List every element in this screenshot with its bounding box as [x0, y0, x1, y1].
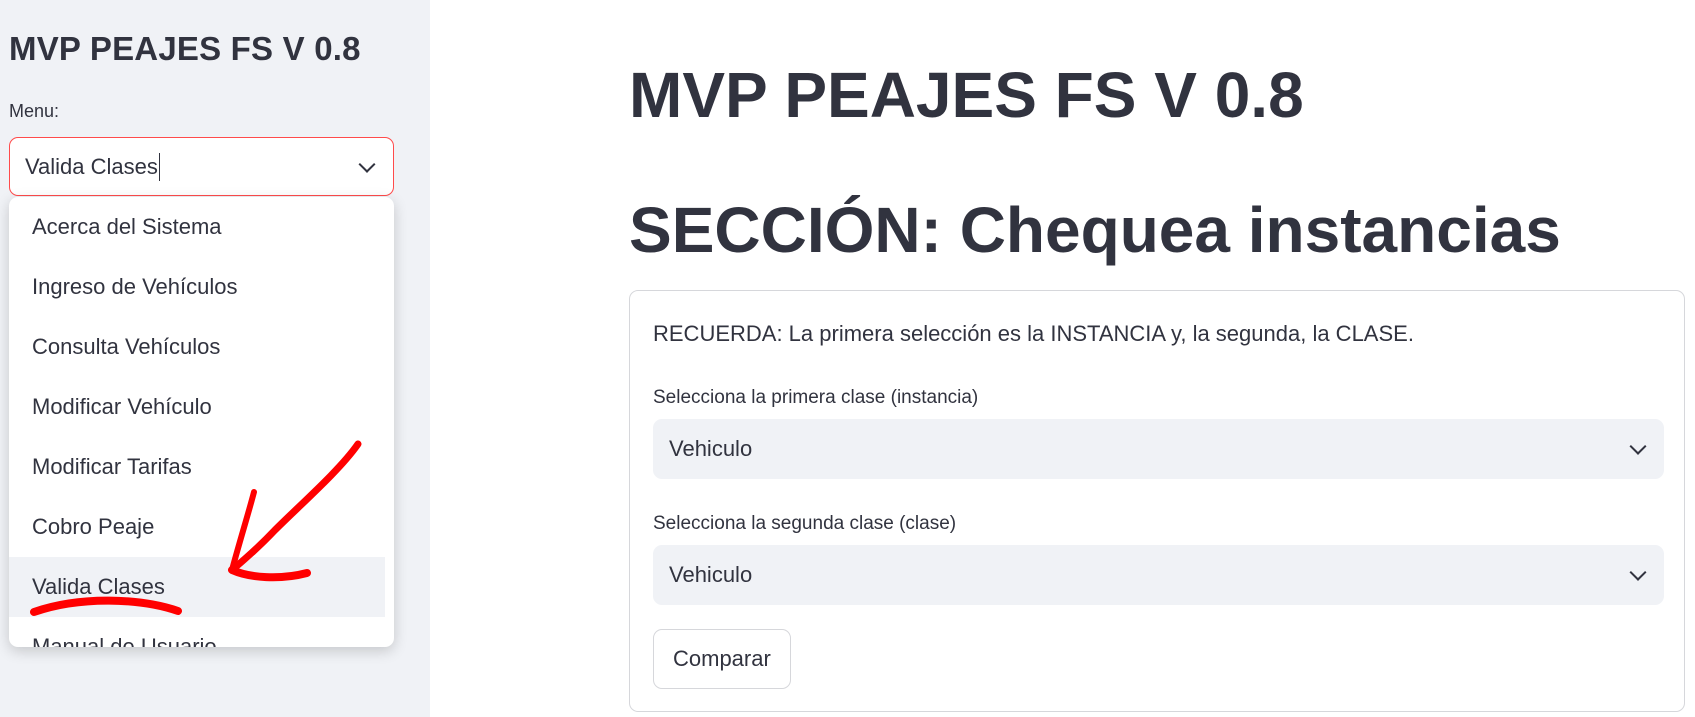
text-cursor: [158, 152, 160, 181]
sidebar-title: MVP PEAJES FS V 0.8: [9, 30, 361, 67]
menu-dropdown: Acerca del Sistema Ingreso de Vehículos …: [9, 197, 394, 647]
sidebar: MVP PEAJES FS V 0.8 Menu: Valida Clases …: [0, 0, 430, 717]
menu-option-manual[interactable]: Manual de Usuario: [9, 617, 394, 647]
first-class-select[interactable]: Vehiculo: [653, 419, 1664, 479]
menu-option-acerca[interactable]: Acerca del Sistema: [9, 197, 394, 257]
first-class-value[interactable]: Vehiculo: [669, 436, 752, 462]
page-title: MVP PEAJES FS V 0.8: [629, 59, 1304, 131]
menu-select[interactable]: Valida Clases: [9, 137, 394, 196]
menu-option-ingreso[interactable]: Ingreso de Vehículos: [9, 257, 394, 317]
menu-option-valida-clases[interactable]: Valida Clases: [9, 557, 385, 617]
second-class-select[interactable]: Vehiculo: [653, 545, 1664, 605]
section-title: SECCIÓN: Chequea instancias: [629, 194, 1561, 266]
reminder-text: RECUERDA: La primera selección es la INS…: [653, 321, 1414, 346]
second-class-value[interactable]: Vehiculo: [669, 562, 752, 588]
menu-select-value[interactable]: Valida Clases: [25, 154, 158, 180]
menu-option-cobro[interactable]: Cobro Peaje: [9, 497, 394, 557]
compare-form: RECUERDA: La primera selección es la INS…: [629, 290, 1685, 712]
menu-option-modificar-tarifas[interactable]: Modificar Tarifas: [9, 437, 394, 497]
second-class-label: Selecciona la segunda clase (clase): [653, 513, 957, 534]
chevron-down-icon[interactable]: [358, 155, 376, 173]
menu-option-consulta[interactable]: Consulta Vehículos: [9, 317, 394, 377]
menu-option-modificar-vehiculo[interactable]: Modificar Vehículo: [9, 377, 394, 437]
chevron-down-icon[interactable]: [1629, 563, 1647, 581]
menu-label: Menu:: [9, 101, 60, 121]
first-class-label: Selecciona la primera clase (instancia): [653, 387, 979, 408]
compare-button[interactable]: Comparar: [653, 629, 791, 689]
chevron-down-icon[interactable]: [1629, 437, 1647, 455]
